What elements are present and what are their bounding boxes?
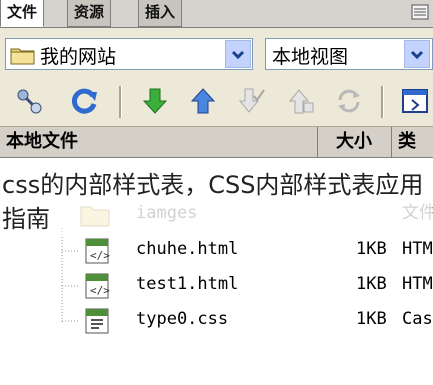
view-dropdown-button[interactable]: [404, 40, 430, 68]
chevron-down-icon: [410, 50, 424, 60]
column-header-size[interactable]: 大小: [318, 127, 392, 157]
file-type: 文件: [402, 203, 433, 223]
view-dropdown-value: 本地视图: [272, 46, 349, 68]
file-list-header: 本地文件 大小 类型: [0, 127, 433, 181]
file-type: HTM: [402, 274, 433, 294]
synchronize-icon[interactable]: [334, 86, 364, 116]
html-file-icon: </>: [85, 238, 110, 264]
view-dropdown[interactable]: 本地视图: [265, 38, 433, 70]
check-in-icon[interactable]: [286, 86, 316, 116]
refresh-icon[interactable]: [70, 86, 100, 116]
folder-icon: [80, 206, 110, 227]
file-size: 1KB: [356, 239, 387, 259]
list-item[interactable]: iamges 文件: [0, 198, 433, 228]
panel-tab-bar: 文件 资源 插入: [0, 0, 433, 28]
chevron-down-icon: [231, 50, 245, 60]
list-item[interactable]: </> test1.html 1KB HTM: [0, 269, 433, 299]
panel-menu-icon[interactable]: [411, 3, 429, 21]
svg-text:</>: </>: [90, 249, 110, 262]
list-item[interactable]: type0.css 1KB Cas: [0, 304, 433, 334]
css-file-icon: [85, 308, 109, 334]
check-out-icon[interactable]: [236, 86, 266, 116]
tab-assets[interactable]: 资源: [67, 0, 112, 27]
file-name: chuhe.html: [136, 239, 239, 259]
site-dropdown-value: 我的网站: [40, 46, 117, 68]
tab-insert[interactable]: 插入: [138, 0, 183, 27]
file-name: type0.css: [136, 309, 229, 329]
file-list: iamges 文件 </> chuhe.html 1KB HTM </> tes…: [0, 158, 433, 385]
tab-files[interactable]: 文件: [0, 0, 45, 27]
file-toolbar: [0, 78, 433, 127]
svg-text:</>: </>: [90, 284, 110, 297]
connect-icon[interactable]: [14, 86, 44, 116]
toolbar-separator: [381, 86, 384, 118]
folder-icon: [10, 48, 35, 65]
site-selector-row: 我的网站 本地视图: [0, 28, 433, 78]
html-file-icon: </>: [85, 273, 110, 299]
put-up-arrow-icon[interactable]: [188, 86, 218, 116]
column-header-local-files[interactable]: 本地文件: [0, 127, 318, 157]
toolbar-separator: [119, 86, 122, 118]
file-type: HTM: [402, 239, 433, 259]
file-size: 1KB: [356, 274, 387, 294]
file-name: iamges: [136, 203, 198, 223]
column-header-type[interactable]: 类型: [392, 127, 433, 181]
expand-icon[interactable]: [400, 86, 430, 116]
site-dropdown[interactable]: 我的网站: [5, 38, 253, 70]
get-down-arrow-icon[interactable]: [140, 86, 170, 116]
site-dropdown-button[interactable]: [225, 40, 251, 68]
file-size: 1KB: [356, 309, 387, 329]
file-type: Cas: [402, 309, 433, 329]
file-name: test1.html: [136, 274, 239, 294]
list-item[interactable]: </> chuhe.html 1KB HTM: [0, 234, 433, 264]
